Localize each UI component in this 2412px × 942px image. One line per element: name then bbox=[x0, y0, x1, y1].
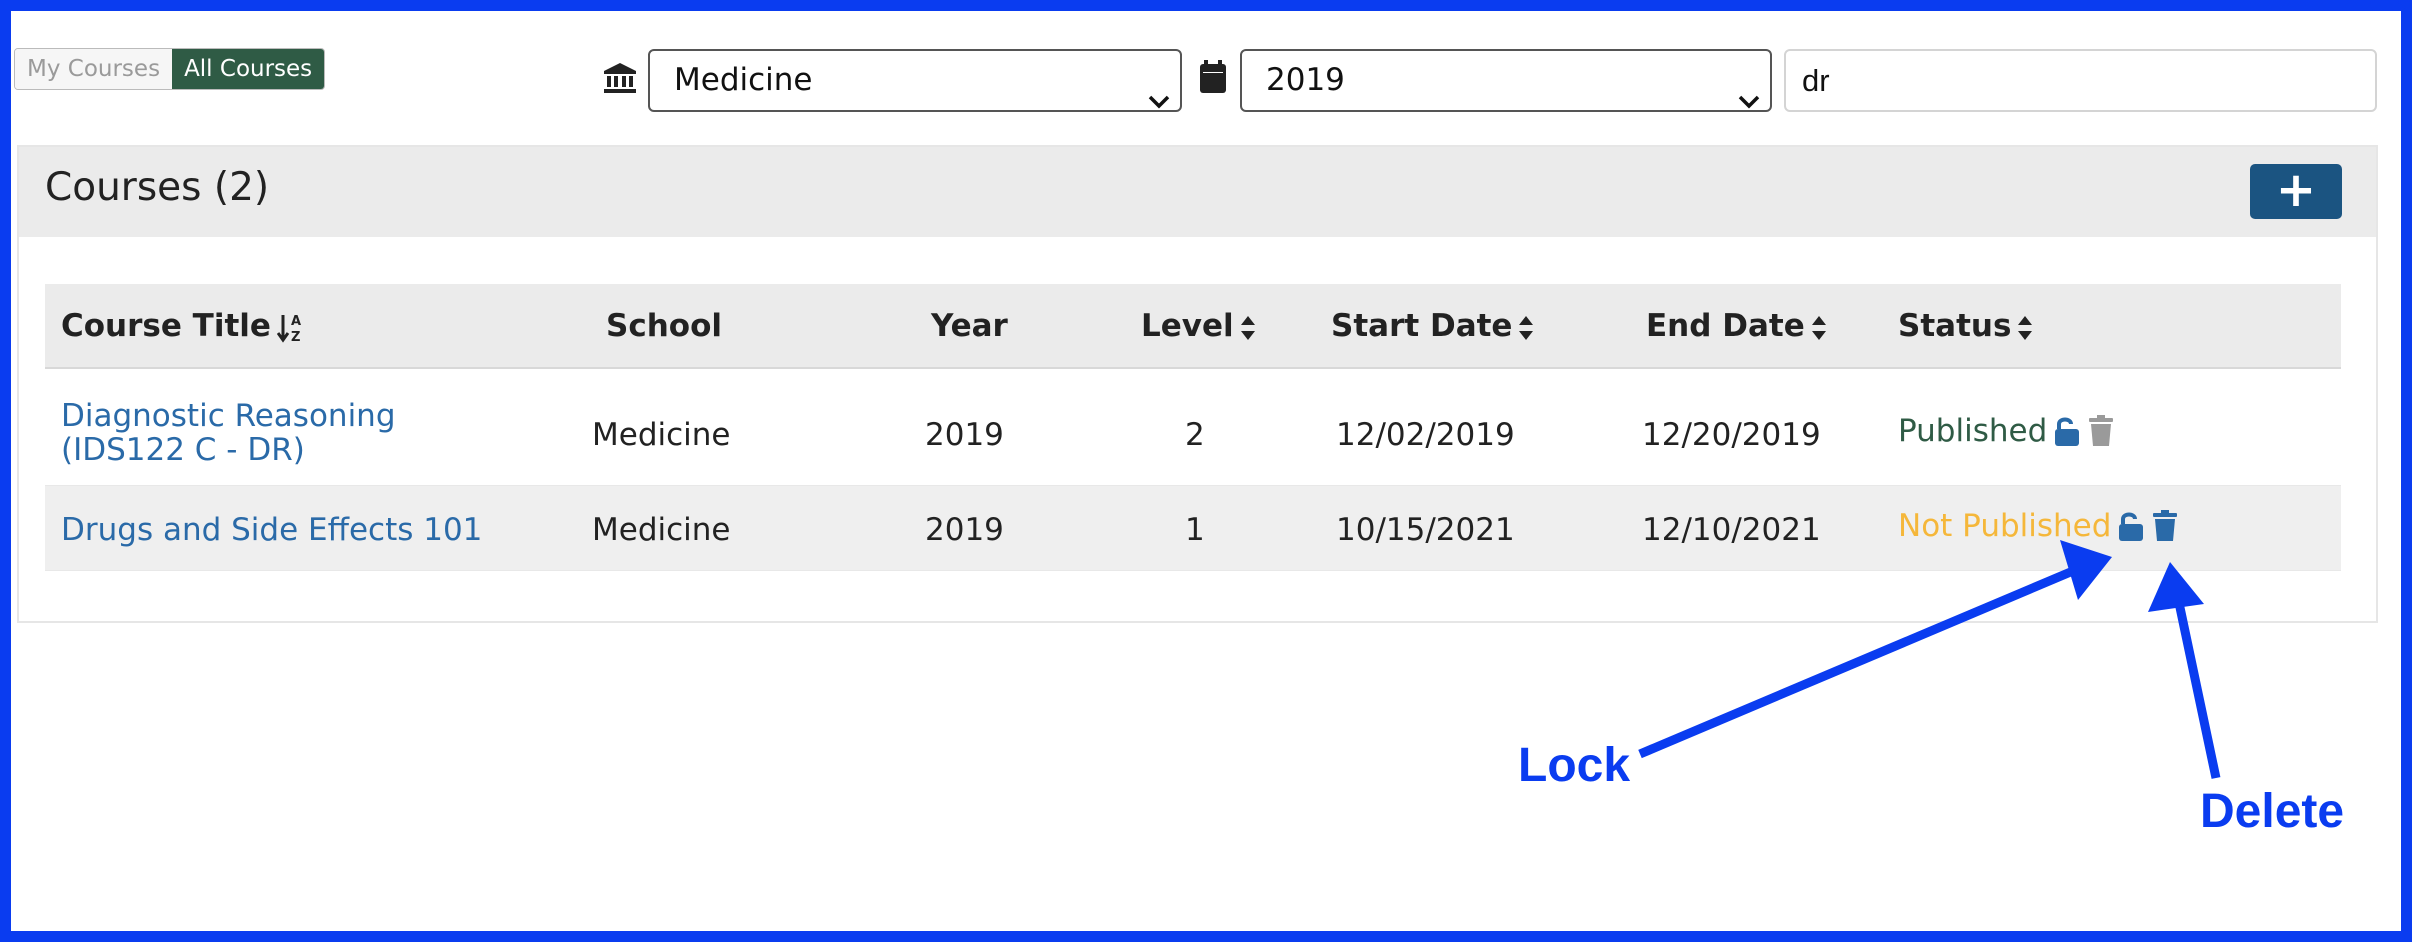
delete-annotation: Delete bbox=[2200, 785, 2345, 838]
annotation-arrows bbox=[1638, 540, 2221, 779]
lock-annotation: Lock bbox=[1518, 739, 1631, 792]
